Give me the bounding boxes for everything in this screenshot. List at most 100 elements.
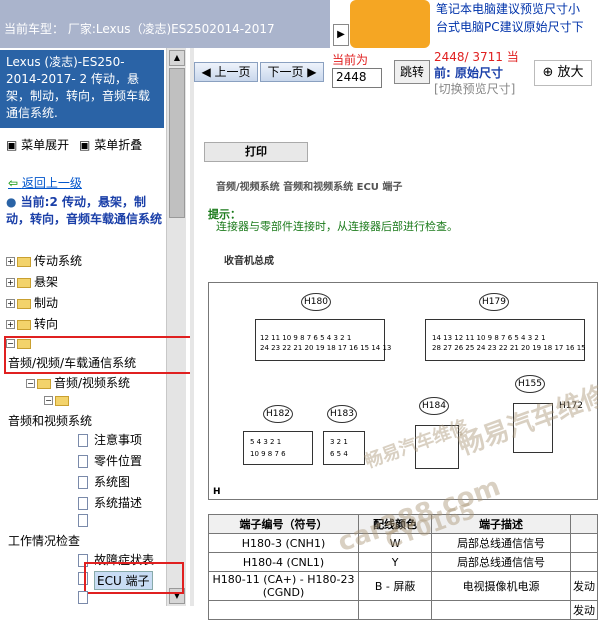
hint-body: 连接器与零部件连接时，从连接器后部进行检查。 [216, 220, 458, 233]
tree-item-parts-location[interactable]: 零件位置 [78, 452, 142, 469]
vehicle-bar: 当前车型： 厂家:Lexus（凌志)ES2502014-2017 [0, 0, 330, 48]
document-icon [78, 591, 88, 604]
pin-row: 24 23 22 21 20 19 18 17 16 15 14 13 [260, 344, 392, 352]
back-arrow-icon: ⇦ [8, 176, 19, 190]
table-cell: H180-11 (CA+) - H180-23 (CGND) [208, 571, 359, 601]
folder-icon [17, 256, 31, 267]
table-cell [570, 552, 598, 572]
table-cell [208, 600, 359, 620]
back-link[interactable]: ⇦ 返回上一级 [8, 174, 82, 191]
menu-expand-link[interactable]: 菜单展开 [21, 138, 69, 152]
table-header [570, 514, 598, 534]
pin-row: 3 2 1 [330, 438, 348, 446]
tree-item-av-open[interactable]: − [44, 393, 72, 407]
next-page-button[interactable]: 下一页 ▶ [260, 62, 324, 82]
connector-h155 [513, 403, 553, 453]
connector-label: H179 [479, 293, 509, 311]
diagram-corner-label: H [213, 487, 221, 497]
table-cell: W [357, 533, 433, 553]
tree-item-audio-system[interactable]: 音频和视频系统 [8, 412, 92, 429]
connector-h183: 3 2 1 6 5 4 [323, 431, 365, 465]
highlight-box [4, 336, 192, 374]
table-cell: B - 屏蔽 [357, 571, 433, 601]
page-count: 2448/ 3711 当 [434, 50, 519, 64]
expand-icon: ▣ [6, 138, 18, 152]
table-row: H180-4 (CNL1) Y 局部总线通信信号 [208, 552, 598, 572]
tree-item-audio-video[interactable]: − 音频/视频系统 [26, 374, 130, 391]
connector-label: H172 [559, 401, 583, 411]
terminal-table: 端子编号（符号） 配线颜色 端子描述 H180-3 (CNH1) W 局部总线通… [208, 514, 598, 620]
zoom-button[interactable]: ⊕ 放大 [534, 60, 592, 86]
current-page-label: 当前为 [332, 53, 369, 67]
pin-row: 10 9 8 7 6 [250, 450, 286, 458]
connector-diagram: H180 12 11 10 9 8 7 6 5 4 3 2 1 24 23 22… [208, 282, 598, 500]
tree-item-system-description[interactable]: 系统描述 [78, 494, 142, 511]
table-row: 发动 [208, 600, 598, 620]
sidebar-title: Lexus (凌志)-ES250-2014-2017- 2 传动，悬架，制动，转… [0, 50, 164, 128]
tree-item-drivetrain[interactable]: + 传动系统 [6, 252, 82, 269]
table-cell [357, 600, 433, 620]
connector-label: H155 [515, 375, 545, 393]
back-link-label: 返回上一级 [21, 176, 82, 190]
table-cell: 局部总线通信信号 [431, 552, 571, 572]
toggle-preview-link[interactable]: [切换预览尺寸] [434, 80, 515, 97]
table-cell: 局部总线通信信号 [431, 533, 571, 553]
folder-icon [17, 319, 31, 330]
table-row: H180-3 (CNH1) W 局部总线通信信号 [208, 533, 598, 553]
pin-row: 5 4 3 2 1 [250, 438, 282, 446]
tree-item-blank-doc[interactable] [78, 513, 94, 527]
left-arrow-icon: ◀ [201, 65, 211, 79]
banner-line-1: 笔记本电脑建议预览尺寸小 [436, 2, 581, 16]
expand-arrow-button[interactable]: ▶ [333, 24, 349, 46]
connector-label: H184 [419, 397, 449, 415]
tree-item-system-diagram[interactable]: 系统图 [78, 473, 130, 490]
table-header: 配线颜色 [357, 514, 433, 534]
table-cell [570, 533, 598, 553]
tree-item-suspension[interactable]: + 悬架 [6, 273, 58, 290]
vehicle-title: 当前车型： 厂家:Lexus（凌志)ES2502014-2017 [4, 22, 275, 36]
sidebar-scrollbar[interactable]: ▲ ▼ [166, 48, 186, 606]
page-input[interactable]: 2448 [332, 68, 382, 88]
folder-icon [17, 277, 31, 288]
info-icon: ● [6, 195, 17, 209]
pin-row: 12 11 10 9 8 7 6 5 4 3 2 1 [260, 334, 352, 342]
magnifier-icon: ⊕ [542, 65, 554, 80]
document-icon [78, 497, 88, 510]
scroll-up-icon[interactable]: ▲ [169, 50, 185, 66]
folder-open-icon [37, 378, 51, 389]
tree-item-precautions[interactable]: 注意事项 [78, 431, 142, 448]
tree-item-operation-check[interactable]: 工作情况检查 [8, 532, 80, 549]
tree-item-steering[interactable]: + 转向 [6, 315, 58, 332]
connector-label: H182 [263, 405, 293, 423]
jump-button[interactable]: 跳转 [394, 60, 430, 84]
current-node-label: 当前:2 传动，悬架，制动，转向，音频车载通信系统 [6, 195, 163, 226]
table-row: H180-11 (CA+) - H180-23 (CGND) B - 屏蔽 电视… [208, 571, 598, 601]
print-button[interactable]: 打印 [204, 142, 308, 162]
mechanic-logo-icon [350, 0, 430, 48]
section-title: 收音机总成 [224, 256, 274, 267]
document-icon [78, 476, 88, 489]
pin-row: 6 5 4 [330, 450, 348, 458]
table-cell: Y [357, 552, 433, 572]
connector-h182: 5 4 3 2 1 10 9 8 7 6 [243, 431, 313, 465]
document-icon [78, 455, 88, 468]
document-view: 打印 音频/视频系统 音频和视频系统 ECU 端子 提示： 连接器与零部件连接时… [194, 100, 598, 620]
table-cell [431, 600, 571, 620]
table-cell: 发动 [570, 600, 598, 620]
connector-label: H180 [301, 293, 331, 311]
ad-banner: 笔记本电脑建议预览尺寸小 台式电脑PC建议原始尺寸下 [350, 0, 598, 48]
tree-item-brakes[interactable]: + 制动 [6, 294, 58, 311]
scroll-thumb[interactable] [169, 68, 185, 218]
page-toolbar: ◀ 上一页 下一页 ▶ 当前为 2448 跳转 2448/ 3711 当 前: … [194, 48, 598, 98]
folder-icon [17, 298, 31, 309]
sidebar: Lexus (凌志)-ES250-2014-2017- 2 传动，悬架，制动，转… [0, 48, 192, 606]
right-arrow-icon: ▶ [307, 65, 317, 79]
original-size-link[interactable]: 前: 原始尺寸 [434, 64, 503, 81]
folder-open-icon [55, 395, 69, 406]
menu-collapse-link[interactable]: 菜单折叠 [94, 138, 142, 152]
prev-page-button[interactable]: ◀ 上一页 [194, 62, 258, 82]
tree-item-next-doc[interactable] [78, 590, 94, 604]
document-icon [78, 514, 88, 527]
connector-h184 [415, 425, 459, 469]
pin-row: 14 13 12 11 10 9 8 7 6 5 4 3 2 1 [432, 334, 546, 342]
